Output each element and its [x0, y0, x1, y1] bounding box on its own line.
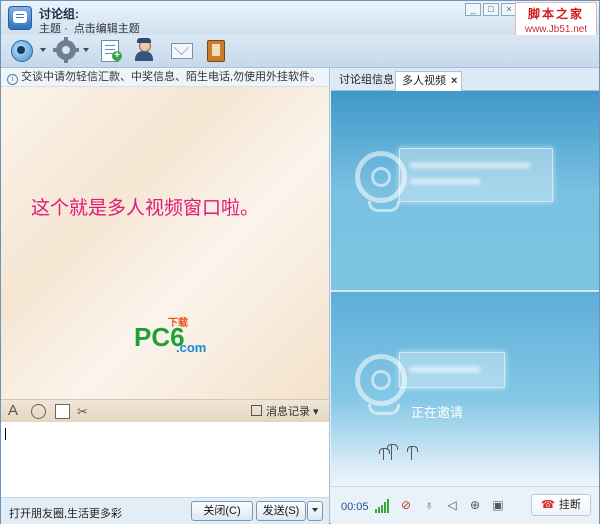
camera-stand-icon	[368, 201, 400, 212]
tree-decoration	[379, 448, 390, 460]
chevron-down-icon[interactable]	[40, 48, 46, 52]
close-button[interactable]: 关闭(C)	[191, 501, 253, 521]
tab-multi-video-label: 多人视频	[402, 75, 446, 87]
video-pane: 讨论组信息 多人视频 × 正在邀请 00:05 ⊘ ♁ ◁ ⊕ ▣ ☎ 挂断	[331, 68, 599, 524]
maximize-button[interactable]: □	[483, 3, 499, 16]
microphone-icon[interactable]: ♁	[422, 498, 436, 512]
phone-icon: ☎	[541, 499, 555, 511]
pc6-logo-com: .com	[176, 340, 207, 355]
chat-message: 这个就是多人视频窗口啦。	[31, 198, 260, 219]
window-controls: _ □ ×	[465, 3, 517, 16]
tab-group-info[interactable]: 讨论组信息	[333, 71, 400, 90]
inviting-status: 正在邀请	[411, 405, 464, 420]
video-controls: 00:05 ⊘ ♁ ◁ ⊕ ▣ ☎ 挂断	[331, 486, 599, 524]
moments-tip[interactable]: 打开朋友圈,生活更多彩	[9, 505, 122, 521]
screenshot-scissors-icon[interactable]: ✂	[77, 404, 90, 419]
add-member-icon[interactable]: ⊕	[468, 498, 482, 512]
blurred-member-name	[399, 148, 553, 202]
minimize-button[interactable]: _	[465, 3, 481, 16]
call-timer: 00:05	[341, 501, 369, 513]
image-icon[interactable]	[55, 404, 70, 419]
blurred-member-name	[399, 352, 505, 388]
tree-decoration	[387, 444, 398, 460]
hangup-label: 挂断	[558, 499, 581, 511]
send-options-button[interactable]	[307, 501, 323, 521]
security-notice: i 交谈中请勿轻信汇款、中奖信息、陌生电话,勿使用外挂软件。	[1, 68, 329, 87]
history-icon	[251, 405, 262, 416]
signal-strength-icon	[375, 499, 391, 513]
video-slot-2: 正在邀请	[331, 291, 599, 486]
hangup-button[interactable]: ☎ 挂断	[531, 494, 591, 516]
notice-text: 交谈中请勿轻信汇款、中奖信息、陌生电话,勿使用外挂软件。	[21, 71, 322, 83]
settings-icon[interactable]	[53, 37, 79, 63]
chat-pane: i 交谈中请勿轻信汇款、中奖信息、陌生电话,勿使用外挂软件。 这个就是多人视频窗口…	[1, 68, 330, 524]
watermark-title: 脚本之家	[527, 7, 584, 21]
discussion-window: 讨论组: 主题 · 点击编辑主题 _ □ × 脚本之家 www.Jb51.net …	[0, 0, 600, 524]
tab-multi-video[interactable]: 多人视频 ×	[395, 71, 463, 91]
site-watermark: 脚本之家 www.Jb51.net	[515, 2, 597, 36]
text-cursor	[5, 428, 6, 440]
group-chat-icon	[8, 6, 32, 30]
camera-stand-icon	[368, 404, 400, 415]
chevron-down-icon[interactable]	[83, 48, 89, 52]
format-toolbar: A ✂ 消息记录 ▾	[1, 399, 329, 423]
topic-label: 主题 ·	[39, 23, 68, 35]
side-tabs: 讨论组信息 多人视频 ×	[331, 68, 599, 91]
history-label: 消息记录	[266, 406, 310, 418]
close-tab-icon[interactable]: ×	[451, 75, 457, 87]
pc6-logo-sub: 下载	[168, 318, 188, 329]
chevron-down-icon	[312, 508, 318, 512]
new-doc-icon[interactable]: +	[101, 40, 122, 62]
edit-topic-link[interactable]: 点击编辑主题	[74, 23, 140, 35]
message-input[interactable]	[1, 422, 329, 497]
notebook-icon[interactable]	[206, 40, 226, 62]
info-icon: i	[7, 74, 18, 85]
tree-decoration	[407, 446, 418, 460]
title-bar: 讨论组: 主题 · 点击编辑主题 _ □ × 脚本之家 www.Jb51.net	[1, 1, 599, 36]
camera-off-icon[interactable]: ⊘	[399, 498, 413, 512]
speaker-icon[interactable]: ◁	[445, 498, 459, 512]
emoji-icon[interactable]	[31, 404, 46, 419]
message-area: 这个就是多人视频窗口啦。 PC6 下载 .com	[1, 87, 329, 399]
layout-icon[interactable]: ▣	[491, 498, 505, 512]
mail-icon[interactable]	[171, 40, 193, 62]
webcam-icon[interactable]	[11, 40, 33, 62]
font-button[interactable]: A	[8, 402, 18, 419]
message-history-button[interactable]: 消息记录 ▾	[251, 403, 319, 419]
send-button[interactable]: 发送(S)	[256, 501, 306, 521]
video-slot-1	[331, 91, 599, 290]
watermark-url: www.Jb51.net	[524, 24, 588, 35]
toolbar: +	[1, 35, 599, 68]
user-icon[interactable]	[134, 38, 154, 62]
group-topic: 主题 · 点击编辑主题	[39, 20, 140, 36]
chat-bottom-bar: 打开朋友圈,生活更多彩 关闭(C) 发送(S)	[1, 497, 329, 524]
